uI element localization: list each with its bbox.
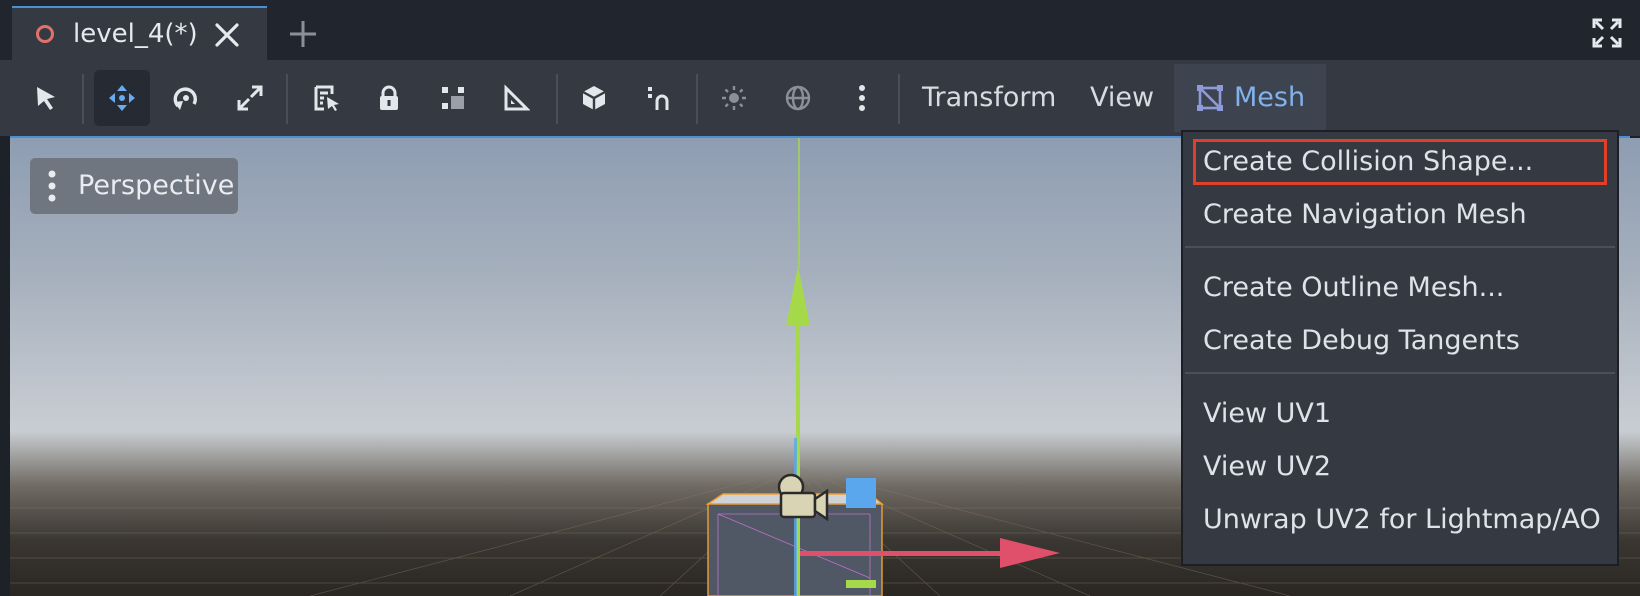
close-icon[interactable] xyxy=(214,22,240,48)
gizmo-z-plane xyxy=(846,478,876,508)
scale-icon xyxy=(237,85,263,111)
gizmo-y-arrow xyxy=(786,266,810,326)
menu-item-view-uv2[interactable]: View UV2 xyxy=(1193,444,1607,490)
transform-menu[interactable]: Transform xyxy=(922,60,1056,136)
gizmo-x-arrow xyxy=(1000,538,1060,568)
vertical-dots-icon xyxy=(859,85,865,111)
list-select-icon xyxy=(314,85,339,111)
ruler-tool-button[interactable] xyxy=(488,70,544,126)
lock-icon xyxy=(380,85,398,110)
group-icon xyxy=(442,87,464,109)
menu-separator xyxy=(1185,372,1615,374)
perspective-menu-button[interactable]: Perspective xyxy=(30,158,238,214)
local-space-tool-button[interactable] xyxy=(566,70,622,126)
spatial-editor-toolbar: Transform View Mesh xyxy=(0,60,1640,136)
scale-tool-button[interactable] xyxy=(222,70,278,126)
mesh-menu-label: Mesh xyxy=(1234,82,1306,113)
fullscreen-icon[interactable] xyxy=(1592,18,1622,48)
scene-root-icon xyxy=(36,25,54,43)
gizmo-x-axis xyxy=(800,551,1000,556)
mesh-icon xyxy=(1197,85,1223,111)
sun-icon xyxy=(722,86,746,110)
more-options-button[interactable] xyxy=(834,70,890,126)
mesh-dropdown-menu: Create Collision Shape... Create Navigat… xyxy=(1181,130,1619,566)
perspective-label: Perspective xyxy=(78,170,235,201)
rotate-icon xyxy=(173,87,197,110)
view-menu[interactable]: View xyxy=(1090,60,1154,136)
scene-tab-bar: level_4(*) xyxy=(0,0,1640,60)
menu-item-create-navigation-mesh[interactable]: Create Navigation Mesh xyxy=(1193,192,1607,238)
list-select-tool-button[interactable] xyxy=(298,70,354,126)
scene-tab-title: level_4(*) xyxy=(73,19,198,49)
scene-tab-level-4[interactable]: level_4(*) xyxy=(12,6,267,60)
environment-toggle-button[interactable] xyxy=(770,70,826,126)
globe-icon xyxy=(785,85,811,111)
menu-item-create-debug-tangents[interactable]: Create Debug Tangents xyxy=(1193,318,1607,364)
mesh-menu[interactable]: Mesh xyxy=(1174,64,1326,132)
rotate-tool-button[interactable] xyxy=(158,70,214,126)
camera-icon xyxy=(777,473,829,522)
cursor-icon xyxy=(37,87,55,110)
snap-tool-button[interactable] xyxy=(630,70,686,126)
menu-item-create-outline-mesh[interactable]: Create Outline Mesh... xyxy=(1193,265,1607,311)
vertical-dots-icon xyxy=(48,170,56,202)
move-arrows-icon xyxy=(109,85,135,111)
cube-icon xyxy=(582,86,606,110)
menu-item-unwrap-uv2[interactable]: Unwrap UV2 for Lightmap/AO xyxy=(1193,497,1607,543)
menu-item-view-uv1[interactable]: View UV1 xyxy=(1193,391,1607,437)
menu-item-create-collision-shape[interactable]: Create Collision Shape... xyxy=(1193,139,1607,185)
plus-icon[interactable] xyxy=(288,19,318,49)
select-tool-button[interactable] xyxy=(18,70,74,126)
lock-tool-button[interactable] xyxy=(361,70,417,126)
snap-icon xyxy=(648,87,669,110)
group-tool-button[interactable] xyxy=(425,70,481,126)
move-tool-button[interactable] xyxy=(94,70,150,126)
ruler-icon xyxy=(504,84,530,111)
sun-toggle-button[interactable] xyxy=(706,70,762,126)
menu-separator xyxy=(1185,246,1615,248)
